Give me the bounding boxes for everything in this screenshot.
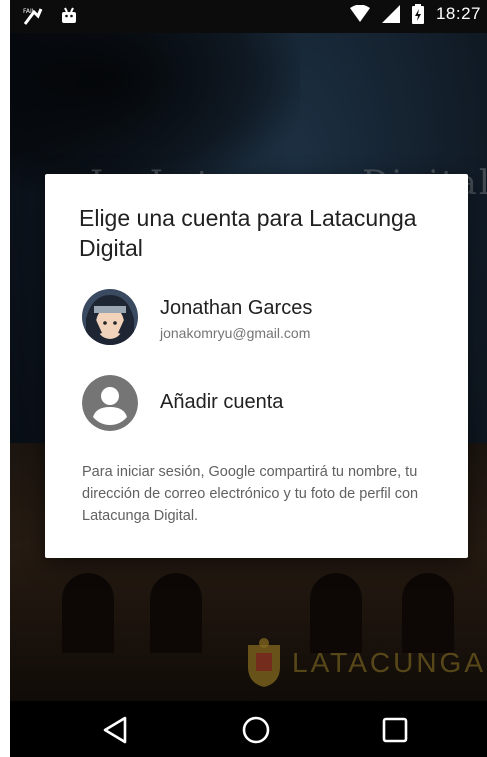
home-icon (242, 716, 270, 744)
phone-screen: FAIL 18:27 LATACUNGA Elige una cuenta pa… (10, 0, 487, 757)
battery-charging-icon (411, 4, 424, 24)
cell-signal-icon (381, 5, 400, 23)
back-button[interactable] (98, 713, 132, 747)
android-debug-icon (62, 7, 76, 23)
privacy-note: Para iniciar sesión, Google compartirá t… (82, 464, 419, 524)
account-chooser-dialog: Elige una cuenta para Latacunga Digital … (45, 174, 468, 558)
dialog-title: Elige una cuenta para Latacunga Digital (79, 205, 417, 261)
navigation-bar (10, 701, 487, 757)
recents-button[interactable] (378, 713, 412, 747)
status-time: 18:27 (435, 4, 481, 23)
notification-icons: FAIL (22, 6, 78, 26)
account-item[interactable]: Jonathan Garces jonakomryu@gmail.com (45, 279, 468, 355)
account-circle-icon (82, 375, 138, 431)
add-account-avatar (82, 375, 138, 431)
home-button[interactable] (239, 713, 273, 747)
avatar (82, 289, 138, 345)
account-email: jonakomryu@gmail.com (160, 325, 311, 341)
svg-text:FAIL: FAIL (23, 8, 36, 15)
user-avatar-icon (82, 289, 138, 345)
status-bar: FAIL 18:27 (10, 0, 487, 33)
system-status: 18:27 (349, 4, 481, 24)
recents-icon (382, 717, 408, 743)
add-account-label: Añadir cuenta (160, 391, 284, 413)
back-icon (103, 716, 127, 744)
account-name: Jonathan Garces (160, 297, 313, 319)
no-sim-notification-icon: FAIL (23, 8, 43, 25)
wifi-icon (349, 5, 370, 22)
add-account-button[interactable]: Añadir cuenta (45, 365, 468, 441)
